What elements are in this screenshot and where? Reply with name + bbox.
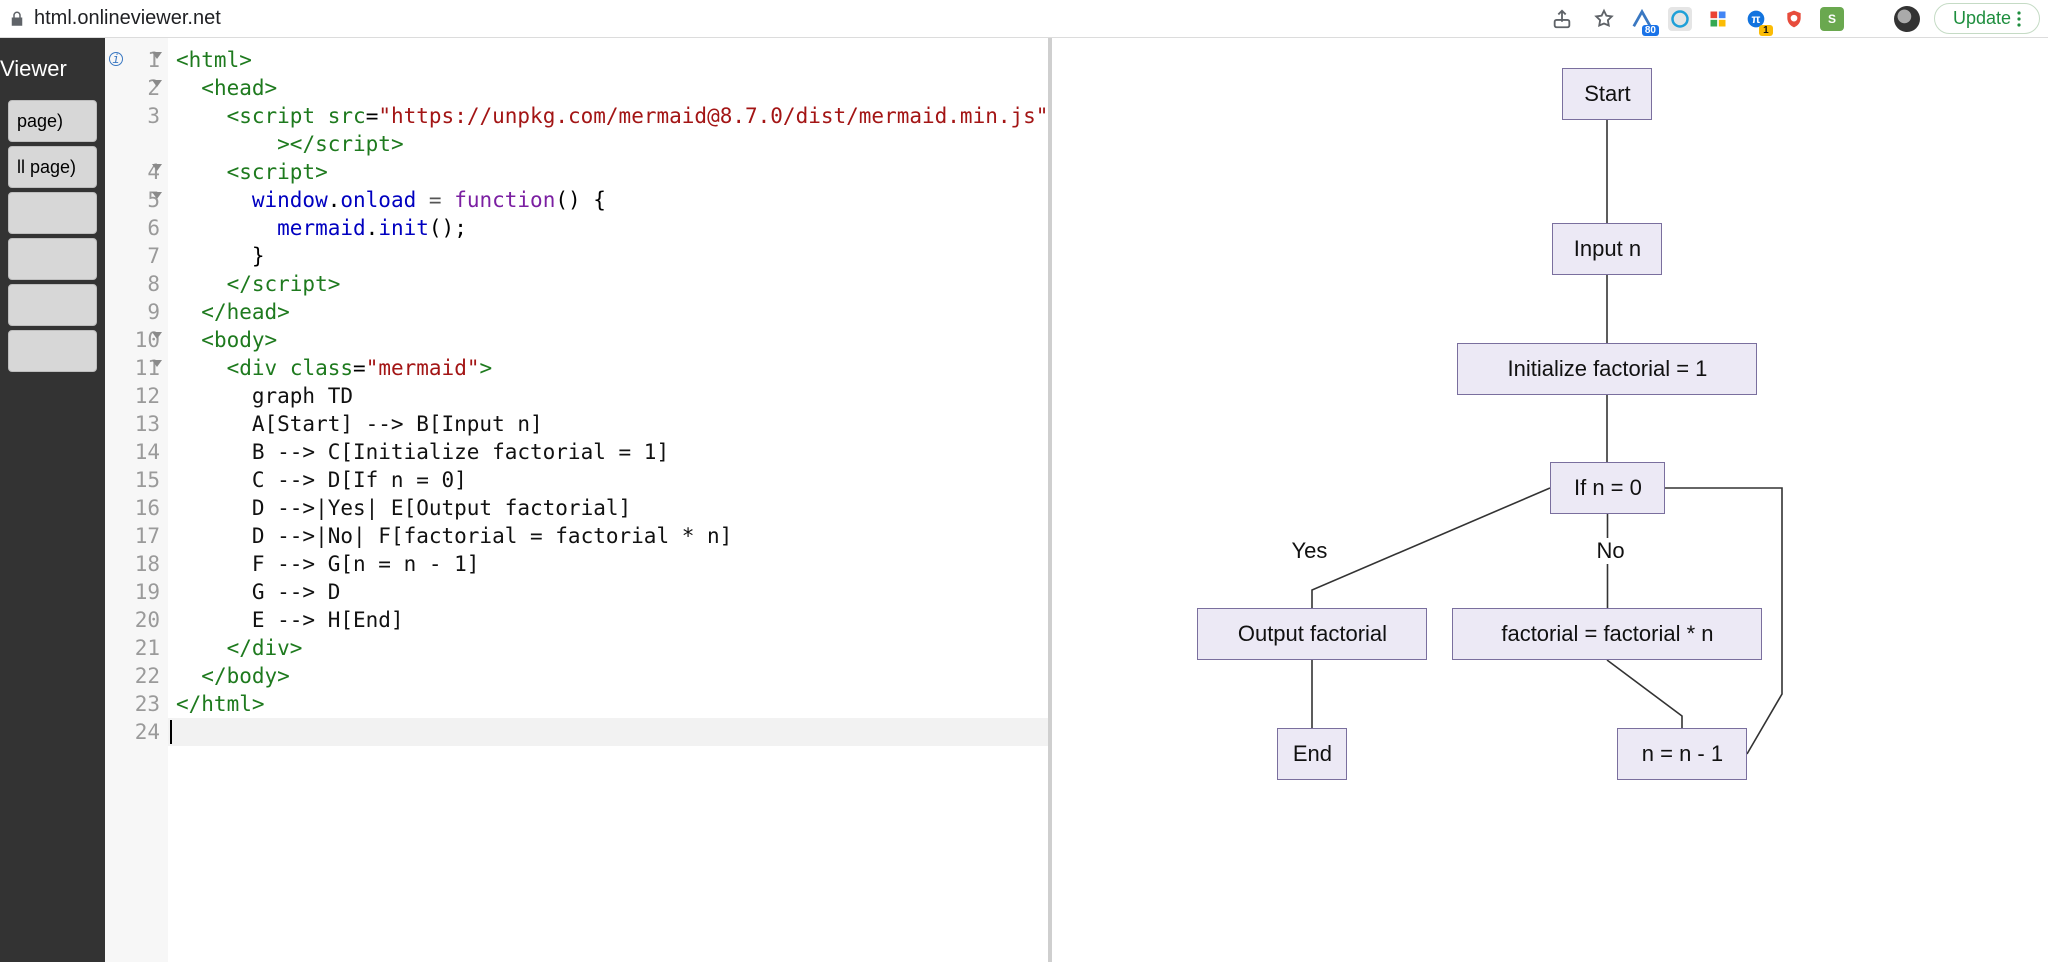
flowchart-node-G: n = n - 1 (1617, 728, 1747, 780)
code-line[interactable]: E --> H[End] (176, 606, 1048, 634)
fold-icon[interactable] (152, 164, 162, 171)
gutter-row: 3 (105, 102, 160, 130)
fold-icon[interactable] (152, 360, 162, 367)
code-line[interactable]: <body> (176, 326, 1048, 354)
code-line[interactable]: graph TD (176, 382, 1048, 410)
gutter-row: 14 (105, 438, 160, 466)
flowchart-node-D: If n = 0 (1550, 462, 1665, 514)
editor-cursor (170, 720, 172, 744)
code-line[interactable]: C --> D[If n = 0] (176, 466, 1048, 494)
browser-toolbar: html.onlineviewer.net 80 π1 S Update (0, 0, 2048, 38)
flowchart-node-B: Input n (1552, 223, 1662, 275)
extensions-row: 80 π1 S (1630, 7, 1844, 31)
gutter-row: 20 (105, 606, 160, 634)
code-line[interactable]: </body> (176, 662, 1048, 690)
gutter-row: 13 (105, 410, 160, 438)
extension-ext-ublock[interactable] (1782, 7, 1806, 31)
code-line[interactable]: D -->|Yes| E[Output factorial] (176, 494, 1048, 522)
gutter-row: 23 (105, 690, 160, 718)
gutter-row: 15 (105, 466, 160, 494)
code-line[interactable]: A[Start] --> B[Input n] (176, 410, 1048, 438)
sidebar-title: Viewer (0, 56, 105, 96)
address-bar-text[interactable]: html.onlineviewer.net (34, 7, 221, 30)
extension-ext-s[interactable]: S (1820, 7, 1844, 31)
sidebar-button-4[interactable] (8, 284, 97, 326)
flowchart-node-E: Output factorial (1197, 608, 1427, 660)
code-line[interactable]: </div> (176, 634, 1048, 662)
gutter-row: 12 (105, 382, 160, 410)
share-icon[interactable] (1550, 7, 1574, 31)
gutter-row: 18 (105, 550, 160, 578)
code-line[interactable]: <div class="mermaid"> (176, 354, 1048, 382)
svg-text:π: π (1751, 13, 1760, 26)
update-button-label: Update (1953, 8, 2011, 29)
profile-avatar[interactable] (1894, 6, 1920, 32)
sidebar-button-1[interactable]: ll page) (8, 146, 97, 188)
gutter-row: 11 (105, 354, 160, 382)
extension-ext-a[interactable]: 80 (1630, 7, 1654, 31)
update-menu-icon (2017, 10, 2021, 28)
gutter-row: 21 (105, 634, 160, 662)
bookmark-star-icon[interactable] (1592, 7, 1616, 31)
gutter-row: 5 (105, 186, 160, 214)
code-line[interactable]: F --> G[n = n - 1] (176, 550, 1048, 578)
editor-code-area[interactable]: <html> <head> <script src="https://unpkg… (168, 38, 1048, 962)
update-button[interactable]: Update (1934, 3, 2040, 34)
code-line[interactable]: ></script> (176, 130, 1048, 158)
gutter-row: 7 (105, 242, 160, 270)
gutter-row: 9 (105, 298, 160, 326)
code-line[interactable]: } (176, 242, 1048, 270)
sidebar-button-5[interactable] (8, 330, 97, 372)
gutter-row: 8 (105, 270, 160, 298)
gutter-row: 4 (105, 158, 160, 186)
flowchart-node-C: Initialize factorial = 1 (1457, 343, 1757, 395)
extension-ext-opera[interactable] (1668, 7, 1692, 31)
gutter-row: 22 (105, 662, 160, 690)
code-editor[interactable]: 1i23456789101112131415161718192021222324… (105, 38, 1052, 962)
extension-ext-gcal[interactable] (1706, 7, 1730, 31)
gutter-row (105, 130, 160, 158)
gutter-row: 24 (105, 718, 160, 746)
gutter-row: 17 (105, 522, 160, 550)
gutter-row: 16 (105, 494, 160, 522)
flowchart-node-F: factorial = factorial * n (1452, 608, 1762, 660)
code-line[interactable]: </html> (176, 690, 1048, 718)
lock-icon (8, 10, 26, 28)
fold-icon[interactable] (152, 192, 162, 199)
left-sidebar: Viewer page)ll page) (0, 38, 105, 962)
code-line[interactable]: </head> (176, 298, 1048, 326)
flowchart-edge-label: No (1592, 538, 1628, 564)
code-line[interactable]: G --> D (176, 578, 1048, 606)
code-line[interactable]: <script src="https://unpkg.com/mermaid@8… (176, 102, 1048, 130)
code-line[interactable]: <script> (176, 158, 1048, 186)
sidebar-button-2[interactable] (8, 192, 97, 234)
fold-icon[interactable] (152, 52, 162, 59)
sidebar-button-3[interactable] (8, 238, 97, 280)
flowchart-node-A: Start (1562, 68, 1652, 120)
gutter-row: 6 (105, 214, 160, 242)
code-line[interactable]: </script> (176, 270, 1048, 298)
code-line[interactable]: D -->|No| F[factorial = factorial * n] (176, 522, 1048, 550)
code-line[interactable]: <head> (176, 74, 1048, 102)
gutter-row: 10 (105, 326, 160, 354)
code-line[interactable] (176, 718, 1048, 746)
fold-icon[interactable] (152, 332, 162, 339)
gutter-row: 19 (105, 578, 160, 606)
code-line[interactable]: window.onload = function() { (176, 186, 1048, 214)
extension-ext-pi[interactable]: π1 (1744, 7, 1768, 31)
flowchart-node-H: End (1277, 728, 1347, 780)
gutter-row: 2 (105, 74, 160, 102)
extension-badge: 80 (1642, 25, 1659, 36)
preview-pane: Start Input n Initialize factorial = 1 If n… (1052, 38, 2048, 962)
gutter-row: 1i (105, 46, 160, 74)
code-line[interactable]: mermaid.init(); (176, 214, 1048, 242)
editor-gutter: 1i23456789101112131415161718192021222324 (105, 38, 168, 962)
flowchart-edge-label: Yes (1287, 538, 1331, 564)
code-line[interactable]: B --> C[Initialize factorial = 1] (176, 438, 1048, 466)
info-icon[interactable]: i (109, 52, 123, 66)
code-line[interactable]: <html> (176, 46, 1048, 74)
sidebar-button-0[interactable]: page) (8, 100, 97, 142)
fold-icon[interactable] (152, 80, 162, 87)
extension-badge: 1 (1759, 25, 1773, 36)
